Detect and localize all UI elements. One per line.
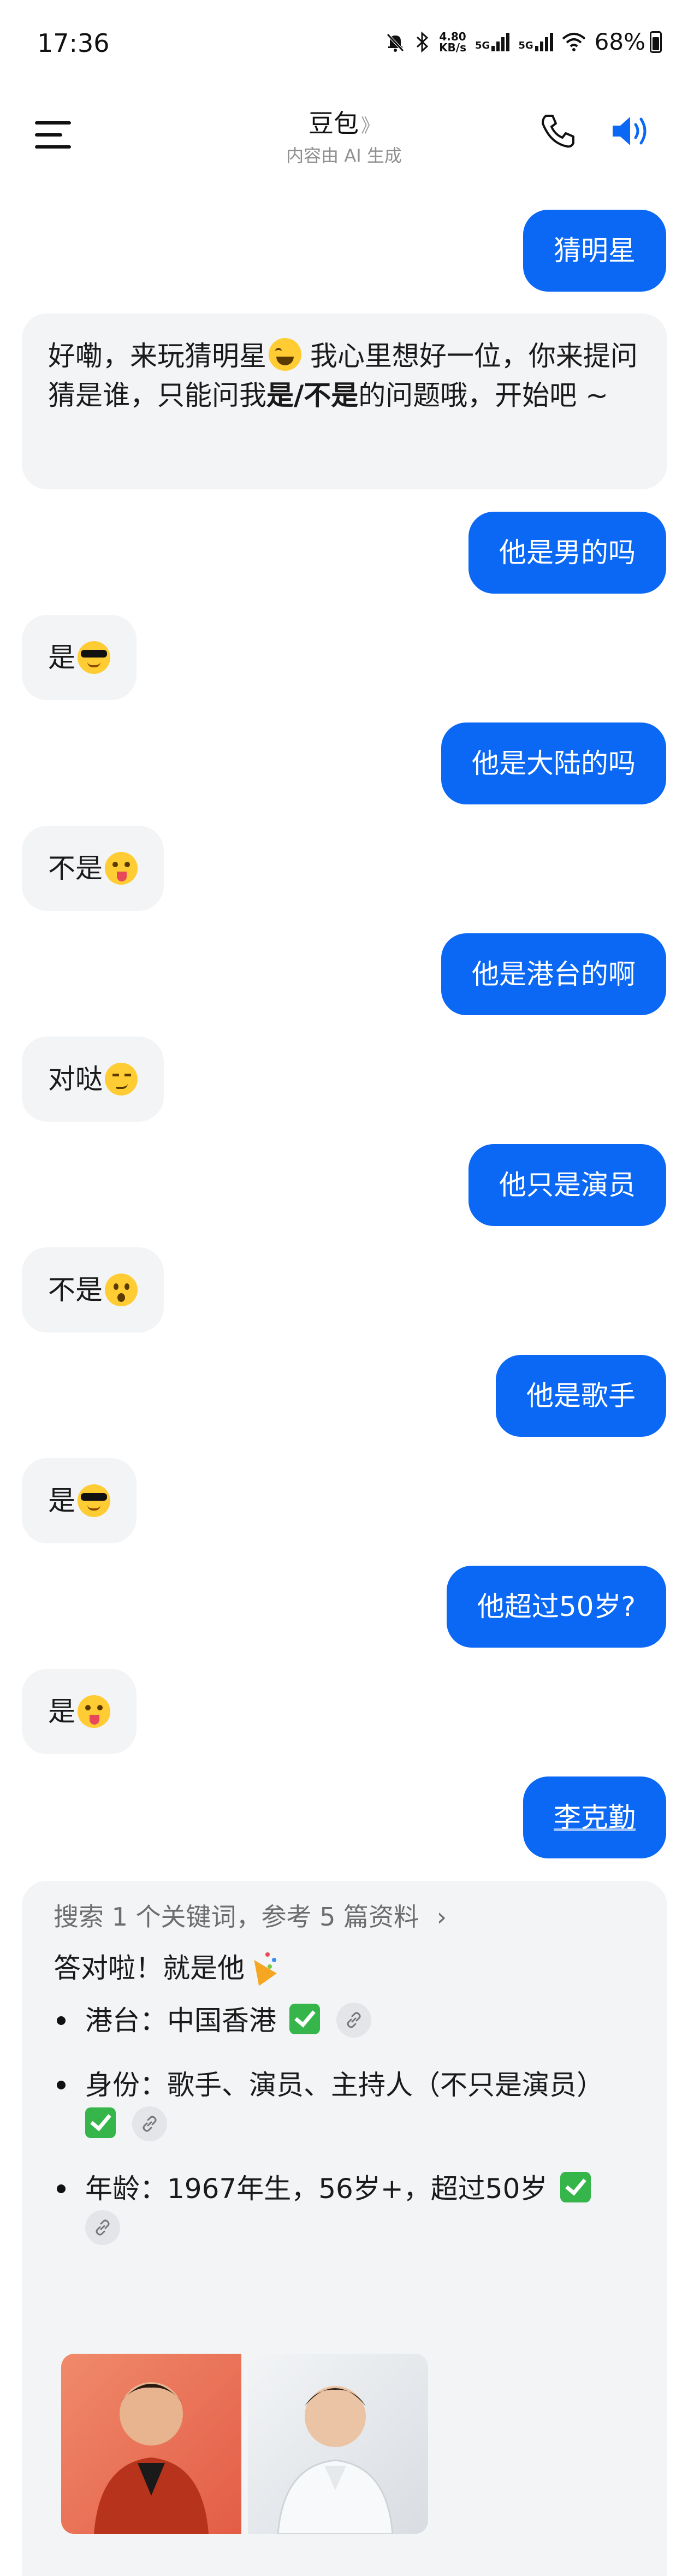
ai-disclaimer: 内容由 AI 生成 — [286, 145, 402, 166]
title-block[interactable]: 豆包》 内容由 AI 生成 — [0, 104, 688, 167]
signal-5g-2: 5G — [518, 32, 553, 51]
sunglasses-emoji-icon — [78, 1484, 110, 1517]
check-icon — [289, 2004, 320, 2034]
status-bar: 17:36 4.80 KB/s 5G 5G 68% — [0, 0, 688, 93]
user-message[interactable]: 他超过50岁? — [446, 1566, 666, 1648]
link-icon[interactable] — [336, 2003, 371, 2038]
user-message[interactable]: 李克勤 — [523, 1776, 666, 1858]
speaker-icon[interactable] — [609, 111, 653, 151]
bot-message[interactable]: 不是 — [22, 826, 164, 911]
check-icon — [85, 2107, 116, 2138]
check-icon — [560, 2172, 591, 2202]
user-message[interactable]: 他是大陆的吗 — [441, 723, 666, 804]
status-time: 17:36 — [37, 28, 110, 58]
bot-message[interactable]: 是 — [22, 1669, 137, 1754]
user-message[interactable]: 猜明星 — [523, 210, 666, 292]
status-icons: 4.80 KB/s 5G 5G 68% — [384, 28, 662, 55]
phone-icon[interactable] — [538, 111, 578, 151]
chat-header: 豆包》 内容由 AI 生成 — [0, 93, 688, 175]
signal-bars-icon — [491, 32, 510, 51]
bot-message[interactable]: 好嘞，来玩猜明星 我心里想好一位，你来提问猜是谁，只能问我是/不是的问题哦，开始… — [22, 313, 667, 489]
user-message[interactable]: 他是港台的啊 — [441, 933, 666, 1015]
bot-message[interactable]: 不是 — [22, 1247, 164, 1333]
bot-message[interactable]: 是 — [22, 615, 137, 700]
party-popper-emoji-icon — [247, 1950, 280, 1983]
tongue-wink-emoji-icon — [105, 852, 138, 885]
list-item: 港台：中国香港 — [54, 2001, 636, 2040]
answer-intro: 答对啦！就是他 — [54, 1949, 636, 1988]
link-icon[interactable] — [85, 2210, 120, 2245]
reference-photos — [61, 2354, 428, 2534]
user-message[interactable]: 他是歌手 — [496, 1355, 666, 1437]
signal-bars-icon — [535, 32, 553, 51]
bot-message[interactable]: 对哒 — [22, 1037, 164, 1122]
laughing-emoji-icon — [269, 338, 301, 371]
signal-5g-1: 5G — [475, 32, 510, 51]
surprised-emoji-icon — [105, 1274, 138, 1306]
mute-bell-icon — [387, 33, 404, 52]
celebrity-photo[interactable] — [248, 2354, 428, 2534]
battery-icon — [650, 31, 662, 53]
sunglasses-emoji-icon — [78, 641, 110, 674]
bot-message[interactable]: 是 — [22, 1458, 137, 1543]
user-message[interactable]: 他是男的吗 — [468, 512, 666, 594]
wifi-icon — [562, 32, 585, 51]
tongue-wink-emoji-icon — [78, 1695, 110, 1728]
chevron-right-icon: › — [436, 1902, 447, 1932]
battery: 68% — [595, 28, 662, 55]
answer-bullets: 港台：中国香港 身份：歌手、演员、主持人（不只是演员） 年龄：1967年生，56… — [54, 2001, 636, 2248]
list-item: 身份：歌手、演员、主持人（不只是演员） — [54, 2065, 636, 2144]
celebrity-photo[interactable] — [61, 2354, 241, 2534]
link-icon[interactable] — [132, 2106, 167, 2141]
chevron-right-icon: 》 — [361, 115, 379, 137]
chat-title[interactable]: 豆包》 — [0, 104, 688, 140]
smirk-emoji-icon — [105, 1063, 138, 1095]
bluetooth-icon — [417, 31, 429, 52]
list-item: 年龄：1967年生，56岁+，超过50岁 — [54, 2169, 636, 2248]
search-summary[interactable]: 搜索 1 个关键词，参考 5 篇资料 › — [54, 1900, 636, 1933]
user-message[interactable]: 他只是演员 — [468, 1144, 666, 1226]
net-speed: 4.80 KB/s — [439, 29, 467, 54]
